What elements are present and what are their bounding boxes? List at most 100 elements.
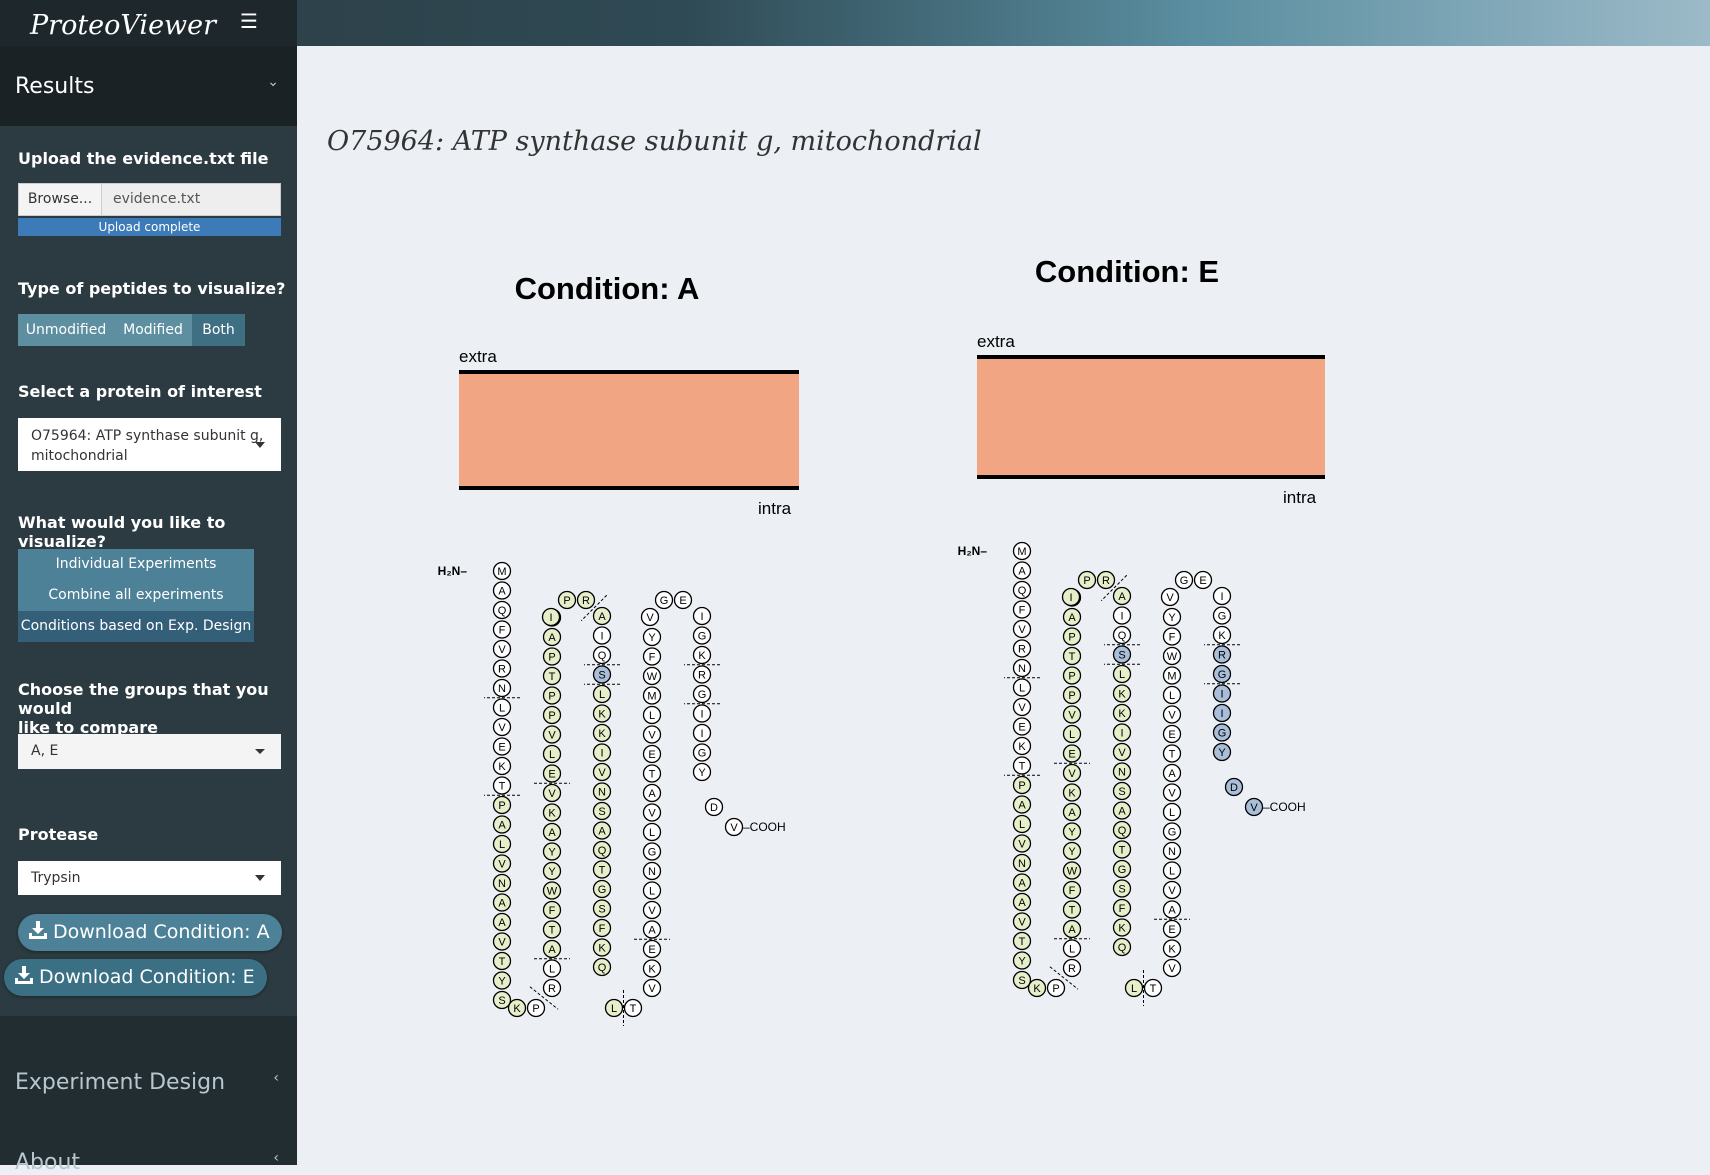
sidebar-item-experiment-design[interactable]: Experiment Design ‹ bbox=[0, 1056, 297, 1118]
residue-letter: A bbox=[498, 898, 506, 910]
residue-letter: M bbox=[1167, 671, 1176, 683]
groups-select[interactable]: A, E bbox=[18, 734, 281, 769]
residue-letter: Q bbox=[1118, 825, 1127, 837]
upload-filename-field[interactable]: evidence.txt bbox=[102, 183, 281, 216]
residue-letter: L bbox=[649, 886, 655, 898]
residue-letter: W bbox=[547, 886, 558, 898]
protein-select[interactable]: O75964: ATP synthase subunit g, mitochon… bbox=[18, 418, 281, 471]
residue-letter: R bbox=[548, 983, 556, 995]
intra-label: intra bbox=[758, 499, 792, 518]
residue-letter: L bbox=[611, 1003, 617, 1015]
residue-letter: N bbox=[1018, 663, 1026, 675]
app-title: ProteoViewer bbox=[30, 10, 217, 41]
residue-letter: Q bbox=[1118, 942, 1127, 954]
residue-letter: T bbox=[499, 781, 506, 793]
c-terminus-label: –COOH bbox=[743, 820, 786, 834]
residue-letter: R bbox=[498, 664, 506, 676]
upload-label: Upload the evidence.txt file bbox=[18, 149, 269, 168]
browse-button[interactable]: Browse... bbox=[18, 183, 102, 216]
residue-letter: L bbox=[1019, 683, 1025, 695]
download-icon bbox=[15, 966, 33, 984]
groups-value: A, E bbox=[31, 743, 59, 759]
dropdown-caret-icon bbox=[255, 875, 265, 881]
download-icon bbox=[29, 921, 47, 939]
residue-letter: V bbox=[1068, 768, 1076, 780]
residue-letter: P bbox=[1068, 690, 1075, 702]
sidebar: Results ⌄ Upload the evidence.txt file B… bbox=[0, 46, 297, 1175]
residue-letter: K bbox=[1168, 944, 1176, 956]
residue-letter: Y bbox=[1068, 827, 1076, 839]
groups-label: Choose the groups that you would like to… bbox=[18, 680, 297, 737]
download-e-label: Download Condition: E bbox=[39, 966, 255, 988]
residue-letter: K bbox=[1018, 741, 1026, 753]
residue-letter: P bbox=[548, 652, 555, 664]
residue-letter: R bbox=[698, 670, 706, 682]
residue-letter: P bbox=[498, 800, 505, 812]
residue-letter: V bbox=[498, 937, 506, 949]
peptide-unmodified-button[interactable]: Unmodified bbox=[18, 314, 114, 346]
residue-letter: A bbox=[598, 826, 606, 838]
residue-letter: G bbox=[698, 631, 707, 643]
download-condition-a-button[interactable]: Download Condition: A bbox=[18, 914, 282, 951]
experiment-design-label: Experiment Design bbox=[15, 1070, 226, 1095]
residue-letter: A bbox=[498, 820, 506, 832]
residue-letter: S bbox=[598, 806, 605, 818]
sidebar-item-about[interactable]: About ‹ bbox=[0, 1136, 297, 1175]
residue-letter: Q bbox=[498, 605, 507, 617]
peptide-both-button[interactable]: Both bbox=[192, 314, 245, 346]
residue-letter: N bbox=[498, 878, 506, 890]
residue-letter: I bbox=[1120, 611, 1123, 623]
upload-progress-bar: Upload complete bbox=[18, 218, 281, 236]
residue-letter: V bbox=[1166, 592, 1174, 604]
residue-letter: K bbox=[498, 761, 506, 773]
residue-letter: T bbox=[549, 925, 556, 937]
condition-a-plot: Condition: A extra intra H₂N– M A Q F V R N L V E K… bbox=[417, 221, 799, 1051]
protein-select-label: Select a protein of interest bbox=[18, 382, 262, 401]
visualize-label: What would you like to visualize? bbox=[18, 513, 226, 551]
residue-letter: P bbox=[532, 1003, 539, 1015]
residue-letter: I bbox=[600, 748, 603, 760]
residue-letter: T bbox=[1019, 936, 1026, 948]
residue-letter: F bbox=[1169, 632, 1176, 644]
residue-letter: I bbox=[1120, 728, 1123, 740]
sidebar-item-results[interactable]: Results ⌄ bbox=[0, 46, 297, 126]
residue-letter: M bbox=[1017, 546, 1026, 558]
residue-letter: Y bbox=[548, 866, 556, 878]
residue-letter: I bbox=[549, 612, 552, 624]
residue-letter: K bbox=[513, 1003, 521, 1015]
condition-a-title: Condition: A bbox=[514, 271, 700, 306]
residue-letter: S bbox=[598, 670, 605, 682]
residue-letter: Q bbox=[1018, 585, 1027, 597]
residue-letter: F bbox=[1119, 903, 1126, 915]
hamburger-icon[interactable]: ☰ bbox=[240, 9, 258, 33]
residue-letter: F bbox=[1069, 885, 1076, 897]
visualize-individual-button[interactable]: Individual Experiments bbox=[18, 549, 254, 580]
residue-letter: N bbox=[598, 787, 606, 799]
peptide-modified-button[interactable]: Modified bbox=[114, 314, 192, 346]
protease-value: Trypsin bbox=[31, 870, 81, 886]
chevron-down-icon: ⌄ bbox=[267, 74, 279, 90]
visualize-conditions-button[interactable]: Conditions based on Exp. Design bbox=[18, 611, 254, 642]
residue-letter: E bbox=[648, 749, 655, 761]
residue-letter: V bbox=[1018, 839, 1026, 851]
residue-letter: I bbox=[600, 631, 603, 643]
condition-e-plot: Condition: E extra intra H₂N– M A Q F V R N L V E K… bbox=[937, 201, 1325, 1031]
visualize-combine-button[interactable]: Combine all experiments together bbox=[18, 580, 254, 634]
residue-letter: T bbox=[599, 865, 606, 877]
download-condition-e-button[interactable]: Download Condition: E bbox=[4, 959, 267, 996]
residue-letter: T bbox=[1150, 983, 1157, 995]
residue-letter: G bbox=[1218, 669, 1227, 681]
residue-letter: S bbox=[1018, 975, 1025, 987]
residue-letter: N bbox=[1018, 858, 1026, 870]
residue-letter: G bbox=[1168, 827, 1177, 839]
residue-letter: L bbox=[649, 827, 655, 839]
residue-letter: T bbox=[499, 956, 506, 968]
residue-letter: L bbox=[599, 689, 605, 701]
residue-letter: Y bbox=[698, 767, 706, 779]
groups-label-line1: Choose the groups that you would bbox=[18, 680, 269, 718]
residue-letter: I bbox=[700, 611, 703, 623]
residue-letter: E bbox=[1018, 722, 1025, 734]
protease-select[interactable]: Trypsin bbox=[18, 861, 281, 895]
residue-letter: A bbox=[1118, 591, 1126, 603]
residue-letter: T bbox=[1069, 905, 1076, 917]
